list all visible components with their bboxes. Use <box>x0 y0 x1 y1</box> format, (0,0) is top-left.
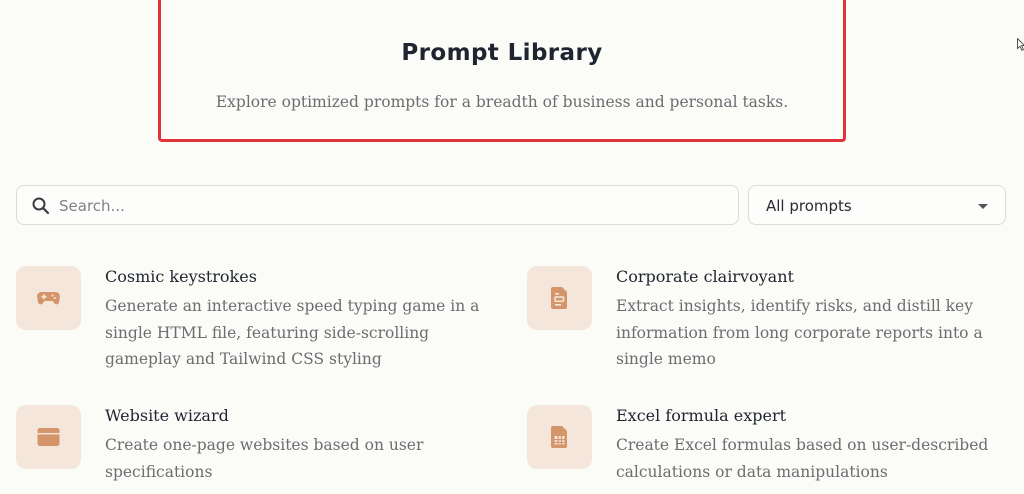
card-description: Generate an interactive speed typing gam… <box>105 297 480 368</box>
card-icon-tile <box>16 405 81 469</box>
page-subtitle: Explore optimized prompts for a breadth … <box>215 93 789 111</box>
card-description: Create Excel formulas based on user-desc… <box>616 436 989 481</box>
search-bar[interactable] <box>16 185 739 226</box>
card-title: Website wizard <box>105 406 229 425</box>
search-input[interactable] <box>57 186 721 226</box>
page-title: Prompt Library <box>401 40 603 66</box>
chevron-down-icon <box>978 204 988 209</box>
spreadsheet-icon <box>551 426 567 448</box>
prompt-filter-select[interactable]: All prompts <box>748 185 1006 225</box>
gamepad-icon <box>36 292 61 305</box>
prompt-library-page: Prompt Library Explore optimized prompts… <box>0 0 1024 494</box>
card-title: Corporate clairvoyant <box>616 267 794 286</box>
card-icon-tile <box>16 266 81 330</box>
browser-window-icon <box>37 428 60 446</box>
header-highlight-box: Prompt Library Explore optimized prompts… <box>158 0 846 142</box>
card-description: Create one-page websites based on user s… <box>105 436 424 481</box>
search-icon <box>32 197 50 215</box>
card-description: Extract insights, identify risks, and di… <box>616 297 983 368</box>
card-icon-tile <box>527 266 592 330</box>
card-icon-tile <box>527 405 592 469</box>
filter-selected-value: All prompts <box>766 197 852 215</box>
mouse-cursor-icon <box>1017 38 1024 51</box>
card-title: Cosmic keystrokes <box>105 267 257 286</box>
document-icon <box>551 287 567 309</box>
card-title: Excel formula expert <box>616 406 787 425</box>
